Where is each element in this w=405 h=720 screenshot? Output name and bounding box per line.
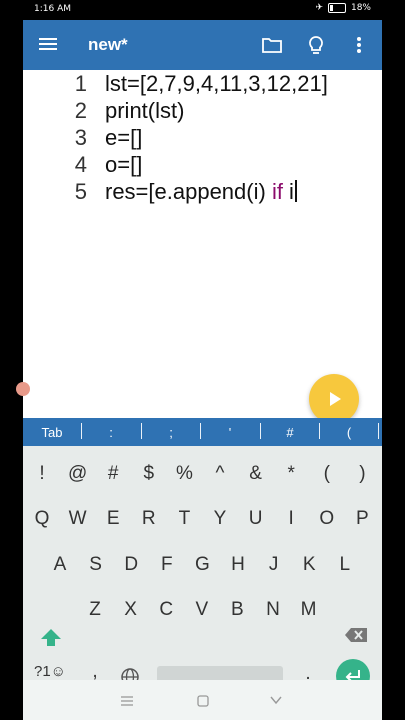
letter-key[interactable]: Z: [78, 594, 112, 626]
line-number: 1: [74, 71, 87, 96]
code-text-post: i: [282, 179, 294, 204]
divider: [319, 423, 320, 439]
letter-key[interactable]: I: [274, 503, 308, 535]
line-number: 3: [74, 125, 87, 150]
backspace-icon[interactable]: [343, 626, 369, 644]
symbol-key[interactable]: &: [239, 458, 273, 490]
symbol-key[interactable]: %: [167, 458, 201, 490]
symbol-bar: Tab : ; ' # (: [23, 418, 382, 446]
run-button[interactable]: [309, 374, 359, 424]
symbol-key-colon[interactable]: :: [91, 425, 131, 440]
symbol-key[interactable]: ): [345, 458, 379, 490]
letter-key[interactable]: X: [114, 594, 148, 626]
symbol-key-quote[interactable]: ': [210, 425, 250, 440]
symbol-key-hash[interactable]: #: [270, 425, 310, 440]
letter-key[interactable]: W: [61, 503, 95, 535]
code-text: res=[e.append(i) if i: [105, 179, 297, 205]
shift-icon[interactable]: [39, 626, 63, 650]
symbol-key-semicolon[interactable]: ;: [151, 425, 191, 440]
letter-key[interactable]: H: [221, 549, 255, 581]
code-text: o=[]: [105, 152, 143, 177]
symbol-key[interactable]: $: [132, 458, 166, 490]
letter-key[interactable]: J: [257, 549, 291, 581]
code-editor[interactable]: 1 lst=[2,7,9,4,11,3,12,21] 2 print(lst) …: [23, 70, 382, 418]
battery-icon: [327, 3, 346, 13]
menu-icon[interactable]: [39, 35, 57, 53]
keyword-if: if: [271, 179, 283, 204]
code-text: print(lst): [105, 98, 185, 123]
letter-key[interactable]: B: [220, 594, 254, 626]
system-nav-bar: [23, 680, 382, 720]
app-window: new* 1 lst=[2,7,9,4,11,3,12,21] 2 print(…: [16, 20, 382, 720]
divider: [81, 423, 82, 439]
symbol-key[interactable]: #: [96, 458, 130, 490]
letter-key[interactable]: P: [345, 503, 379, 535]
symbol-key-paren[interactable]: (: [329, 425, 369, 440]
symbol-key[interactable]: (: [310, 458, 344, 490]
divider: [200, 423, 201, 439]
letter-key[interactable]: E: [96, 503, 130, 535]
letter-key[interactable]: U: [239, 503, 273, 535]
code-text-pre: res=[e.append(i): [105, 179, 272, 204]
letter-key[interactable]: N: [256, 594, 290, 626]
back-icon[interactable]: [270, 696, 282, 705]
letter-key[interactable]: V: [185, 594, 219, 626]
letter-key[interactable]: Y: [203, 503, 237, 535]
status-time: 1:16 AM: [34, 4, 71, 14]
letter-key[interactable]: O: [310, 503, 344, 535]
page-title: new*: [88, 35, 128, 54]
code-text: lst=[2,7,9,4,11,3,12,21]: [105, 71, 328, 96]
more-vert-icon[interactable]: [348, 34, 370, 56]
letter-key[interactable]: Q: [25, 503, 59, 535]
code-text: e=[]: [105, 125, 143, 150]
app-bar: new*: [23, 20, 382, 70]
symbol-key[interactable]: ^: [203, 458, 237, 490]
letter-key[interactable]: F: [150, 549, 184, 581]
home-icon[interactable]: [197, 695, 209, 707]
text-cursor: [294, 180, 297, 202]
symbol-key[interactable]: !: [25, 458, 59, 490]
symbol-key-tab[interactable]: Tab: [32, 425, 72, 440]
line-number: 4: [74, 152, 87, 177]
divider: [378, 423, 379, 439]
letter-key[interactable]: T: [167, 503, 201, 535]
letter-key[interactable]: M: [292, 594, 326, 626]
keyboard: ! @ # $% ^ & *() Q W E R T Y U I O P A S D F G H J K L Z X C V B N M ?1☺…: [23, 446, 382, 693]
letter-key[interactable]: D: [114, 549, 148, 581]
line-number: 5: [74, 179, 87, 204]
lightbulb-icon[interactable]: [305, 34, 327, 56]
line-number: 2: [74, 98, 87, 123]
letter-key[interactable]: C: [149, 594, 183, 626]
battery-percent: 18%: [350, 3, 371, 13]
folder-icon[interactable]: [261, 34, 283, 56]
letter-key[interactable]: S: [79, 549, 113, 581]
edge-handle[interactable]: [16, 382, 30, 396]
divider: [260, 423, 261, 439]
recent-apps-icon[interactable]: [121, 696, 133, 706]
letter-key[interactable]: K: [292, 549, 326, 581]
symbol-key[interactable]: @: [61, 458, 95, 490]
airplane-icon: ✈: [315, 3, 323, 13]
divider: [141, 423, 142, 439]
status-bar: 1:16 AM ✈ 18%: [0, 0, 405, 20]
letter-key[interactable]: R: [132, 503, 166, 535]
letter-key[interactable]: L: [328, 549, 362, 581]
letter-key[interactable]: G: [185, 549, 219, 581]
symbol-key[interactable]: *: [274, 458, 308, 490]
status-icons: ✈ 18%: [315, 3, 371, 13]
letter-key[interactable]: A: [43, 549, 77, 581]
